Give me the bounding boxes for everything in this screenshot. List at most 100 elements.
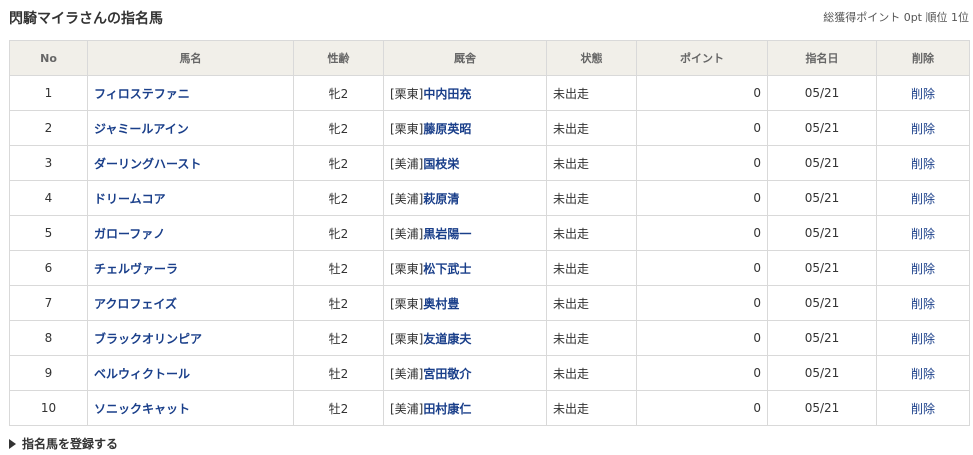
status: 未出走 — [546, 285, 637, 321]
delete-link[interactable]: 削除 — [911, 262, 935, 276]
trainer-link[interactable]: 田村康仁 — [423, 402, 471, 416]
table-header-row: No 馬名 性齢 厩舎 状態 ポイント 指名日 削除 — [9, 40, 970, 76]
stable-region: [美浦] — [390, 366, 424, 381]
nomination-date: 05/21 — [767, 250, 877, 286]
delete-cell: 削除 — [876, 390, 970, 426]
horse-name-link[interactable]: ベルウィクトール — [94, 367, 190, 381]
table-row: 1 フィロステファニ 牝2 [栗東]中内田充 未出走 0 05/21 削除 — [9, 75, 970, 111]
nomination-date: 05/21 — [767, 75, 877, 111]
sex-age: 牝2 — [293, 75, 384, 111]
trainer-link[interactable]: 宮田敬介 — [423, 367, 471, 381]
column-header-no: No — [9, 40, 88, 76]
delete-link[interactable]: 削除 — [911, 122, 935, 136]
points-summary: 総獲得ポイント 0pt 順位 1位 — [823, 11, 969, 24]
column-header-sex-age: 性齢 — [293, 40, 384, 76]
nomination-date: 05/21 — [767, 390, 877, 426]
horse-name-cell: フィロステファニ — [87, 75, 294, 111]
delete-link[interactable]: 削除 — [911, 192, 935, 206]
status: 未出走 — [546, 180, 637, 216]
horse-name-cell: ソニックキャット — [87, 390, 294, 426]
table-row: 3 ダーリングハースト 牝2 [美浦]国枝栄 未出走 0 05/21 削除 — [9, 145, 970, 181]
horse-name-link[interactable]: ガローファノ — [94, 227, 165, 241]
delete-cell: 削除 — [876, 320, 970, 356]
sex-age: 牡2 — [293, 285, 384, 321]
horse-name-link[interactable]: ブラックオリンピア — [94, 332, 202, 346]
points: 0 — [636, 320, 768, 356]
table-row: 2 ジャミールアイン 牝2 [栗東]藤原英昭 未出走 0 05/21 削除 — [9, 110, 970, 146]
register-horse-label: 指名馬を登録する — [22, 437, 119, 451]
points: 0 — [636, 75, 768, 111]
points: 0 — [636, 250, 768, 286]
nomination-date: 05/21 — [767, 110, 877, 146]
horse-name-cell: ベルウィクトール — [87, 355, 294, 391]
horse-name-cell: ダーリングハースト — [87, 145, 294, 181]
trainer-link[interactable]: 黒岩陽一 — [423, 227, 471, 241]
stable-cell: [栗東]中内田充 — [383, 75, 547, 111]
column-header-points: ポイント — [636, 40, 768, 76]
trainer-link[interactable]: 中内田充 — [423, 87, 471, 101]
stable-region: [栗東] — [390, 261, 424, 276]
triangle-right-icon — [9, 438, 16, 449]
stable-cell: [美浦]田村康仁 — [383, 390, 547, 426]
nomination-date: 05/21 — [767, 285, 877, 321]
horse-name-link[interactable]: ソニックキャット — [94, 402, 190, 416]
trainer-link[interactable]: 友道康夫 — [423, 332, 471, 346]
stable-cell: [栗東]藤原英昭 — [383, 110, 547, 146]
status: 未出走 — [546, 215, 637, 251]
horse-name-link[interactable]: ジャミールアイン — [94, 122, 189, 136]
delete-link[interactable]: 削除 — [911, 367, 935, 381]
sex-age: 牡2 — [293, 250, 384, 286]
status: 未出走 — [546, 250, 637, 286]
points: 0 — [636, 215, 768, 251]
points: 0 — [636, 355, 768, 391]
delete-link[interactable]: 削除 — [911, 227, 935, 241]
stable-cell: [美浦]萩原清 — [383, 180, 547, 216]
column-header-status: 状態 — [546, 40, 637, 76]
column-header-stable: 厩舎 — [383, 40, 547, 76]
stable-region: [美浦] — [390, 156, 424, 171]
stable-region: [栗東] — [390, 121, 424, 136]
stable-region: [美浦] — [390, 226, 424, 241]
horse-name-cell: ジャミールアイン — [87, 110, 294, 146]
stable-cell: [美浦]宮田敬介 — [383, 355, 547, 391]
sex-age: 牝2 — [293, 110, 384, 146]
nomination-date: 05/21 — [767, 355, 877, 391]
horse-name-link[interactable]: ドリームコア — [94, 192, 166, 206]
status: 未出走 — [546, 110, 637, 146]
delete-link[interactable]: 削除 — [911, 87, 935, 101]
delete-link[interactable]: 削除 — [911, 402, 935, 416]
delete-link[interactable]: 削除 — [911, 332, 935, 346]
trainer-link[interactable]: 国枝栄 — [423, 157, 459, 171]
trainer-link[interactable]: 藤原英昭 — [423, 122, 471, 136]
points: 0 — [636, 145, 768, 181]
nomination-date: 05/21 — [767, 215, 877, 251]
stable-cell: [栗東]奥村豊 — [383, 285, 547, 321]
row-no: 5 — [9, 215, 88, 251]
trainer-link[interactable]: 松下武士 — [423, 262, 471, 276]
row-no: 7 — [9, 285, 88, 321]
delete-cell: 削除 — [876, 355, 970, 391]
delete-cell: 削除 — [876, 285, 970, 321]
table-row: 6 チェルヴァーラ 牡2 [栗東]松下武士 未出走 0 05/21 削除 — [9, 250, 970, 286]
horse-name-link[interactable]: フィロステファニ — [94, 87, 190, 101]
register-horse-link[interactable]: 指名馬を登録する — [9, 435, 118, 452]
nomination-date: 05/21 — [767, 320, 877, 356]
trainer-link[interactable]: 萩原清 — [423, 192, 459, 206]
nomination-date: 05/21 — [767, 145, 877, 181]
horse-name-cell: ガローファノ — [87, 215, 294, 251]
delete-cell: 削除 — [876, 75, 970, 111]
row-no: 2 — [9, 110, 88, 146]
status: 未出走 — [546, 145, 637, 181]
stable-cell: [栗東]友道康夫 — [383, 320, 547, 356]
stable-region: [栗東] — [390, 86, 424, 101]
horse-name-link[interactable]: チェルヴァーラ — [94, 262, 178, 276]
points: 0 — [636, 180, 768, 216]
stable-cell: [栗東]松下武士 — [383, 250, 547, 286]
stable-region: [美浦] — [390, 191, 424, 206]
delete-link[interactable]: 削除 — [911, 297, 935, 311]
row-no: 10 — [9, 390, 88, 426]
delete-link[interactable]: 削除 — [911, 157, 935, 171]
horse-name-link[interactable]: アクロフェイズ — [94, 297, 177, 311]
trainer-link[interactable]: 奥村豊 — [423, 297, 459, 311]
horse-name-link[interactable]: ダーリングハースト — [94, 157, 201, 171]
